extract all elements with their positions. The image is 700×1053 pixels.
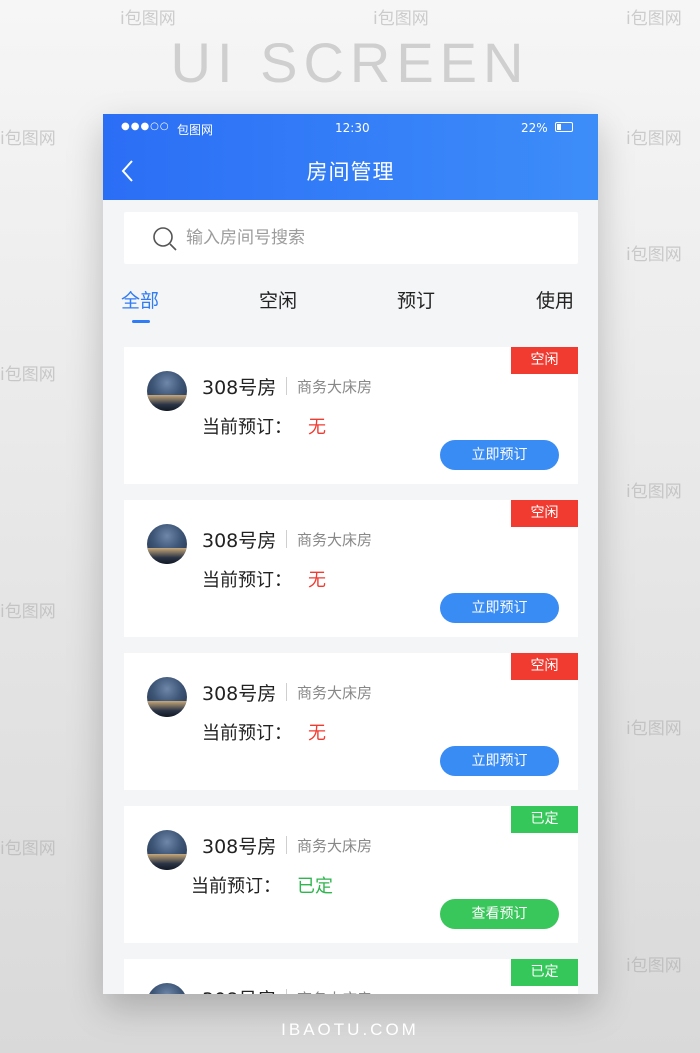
divider <box>286 530 287 548</box>
room-type: 商务大床房 <box>297 684 373 702</box>
booking-label: 当前预订： <box>191 876 281 897</box>
page-title: 房间管理 <box>306 160 395 184</box>
signal-icon: ●●●○○ <box>121 121 170 132</box>
status-time: 12:30 <box>335 121 370 135</box>
booking-label: 当前预订： <box>202 570 292 591</box>
search-bar[interactable] <box>124 212 578 264</box>
hero-title: UI SCREEN <box>170 31 530 94</box>
room-number: 308号房 <box>202 530 277 552</box>
filter-tabs: 全部 空闲 预订 使用 <box>103 286 598 326</box>
room-thumbnail <box>147 983 187 994</box>
active-tab-indicator <box>132 320 150 323</box>
booking-label: 当前预订： <box>202 417 292 438</box>
room-card[interactable]: 空闲 308号房 商务大床房 当前预订： 无 立即预订 <box>124 653 578 790</box>
room-number: 308号房 <box>202 836 277 858</box>
battery-percent: 22% <box>521 121 548 135</box>
book-now-button[interactable]: 立即预订 <box>440 593 559 623</box>
status-badge: 空闲 <box>511 500 578 527</box>
room-number: 308号房 <box>202 683 277 705</box>
booking-value: 无 <box>308 570 326 591</box>
book-now-button[interactable]: 立即预订 <box>440 746 559 776</box>
watermark: i包图网 <box>0 839 56 859</box>
booking-value: 已定 <box>297 876 333 897</box>
watermark: i包图网 <box>626 956 682 976</box>
room-card[interactable]: 已定 308号房 商务大床房 <box>124 959 578 994</box>
room-thumbnail <box>147 830 187 870</box>
watermark: i包图网 <box>626 719 682 739</box>
footer-brand: IBAOTU.COM <box>281 1020 419 1039</box>
status-badge: 空闲 <box>511 347 578 374</box>
room-number: 308号房 <box>202 985 276 994</box>
status-badge: 已定 <box>511 959 578 986</box>
watermark: i包图网 <box>626 245 682 265</box>
status-bar: ●●●○○ 包图网 12:30 22% <box>103 114 598 142</box>
room-card[interactable]: 空闲 308号房 商务大床房 当前预订： 无 立即预订 <box>124 347 578 484</box>
top-bar: ●●●○○ 包图网 12:30 22% 房间管理 <box>103 114 598 200</box>
room-card[interactable]: 已定 308号房 商务大床房 当前预订： 已定 查看预订 <box>124 806 578 943</box>
watermark: i包图网 <box>626 482 682 502</box>
watermark: i包图网 <box>626 9 682 29</box>
room-thumbnail <box>147 677 187 717</box>
watermark: i包图网 <box>120 9 176 29</box>
watermark: i包图网 <box>0 365 56 385</box>
search-input[interactable] <box>186 224 546 252</box>
carrier-name: 包图网 <box>177 123 214 137</box>
view-booking-button[interactable]: 查看预订 <box>440 899 559 929</box>
room-type: 商务大床房 <box>297 531 373 549</box>
search-icon <box>150 224 180 254</box>
divider <box>286 683 287 701</box>
tab-free[interactable]: 空闲 <box>259 286 297 313</box>
room-card[interactable]: 空闲 308号房 商务大床房 当前预订： 无 立即预订 <box>124 500 578 637</box>
book-now-button[interactable]: 立即预订 <box>440 440 559 470</box>
booking-label: 当前预订： <box>202 723 292 744</box>
divider <box>286 377 287 395</box>
booking-value: 无 <box>308 417 326 438</box>
watermark: i包图网 <box>626 129 682 149</box>
room-type: 商务大床房 <box>297 378 373 396</box>
booking-value: 无 <box>308 723 326 744</box>
divider <box>286 989 287 994</box>
phone-screen: ●●●○○ 包图网 12:30 22% 房间管理 全部 空闲 预订 使用 空闲 … <box>103 114 598 994</box>
battery-icon <box>555 122 573 132</box>
tab-all[interactable]: 全部 <box>121 286 159 313</box>
status-badge: 已定 <box>511 806 578 833</box>
room-thumbnail <box>147 371 187 411</box>
room-number: 308号房 <box>202 377 277 399</box>
room-type: 商务大床房 <box>297 837 373 855</box>
watermark: i包图网 <box>0 602 56 622</box>
tab-booked[interactable]: 预订 <box>397 286 435 313</box>
room-type: 商务大床房 <box>297 988 372 994</box>
divider <box>286 836 287 854</box>
tab-in-use[interactable]: 使用 <box>536 286 574 313</box>
watermark: i包图网 <box>0 129 56 149</box>
room-thumbnail <box>147 524 187 564</box>
watermark: i包图网 <box>373 9 429 29</box>
status-badge: 空闲 <box>511 653 578 680</box>
